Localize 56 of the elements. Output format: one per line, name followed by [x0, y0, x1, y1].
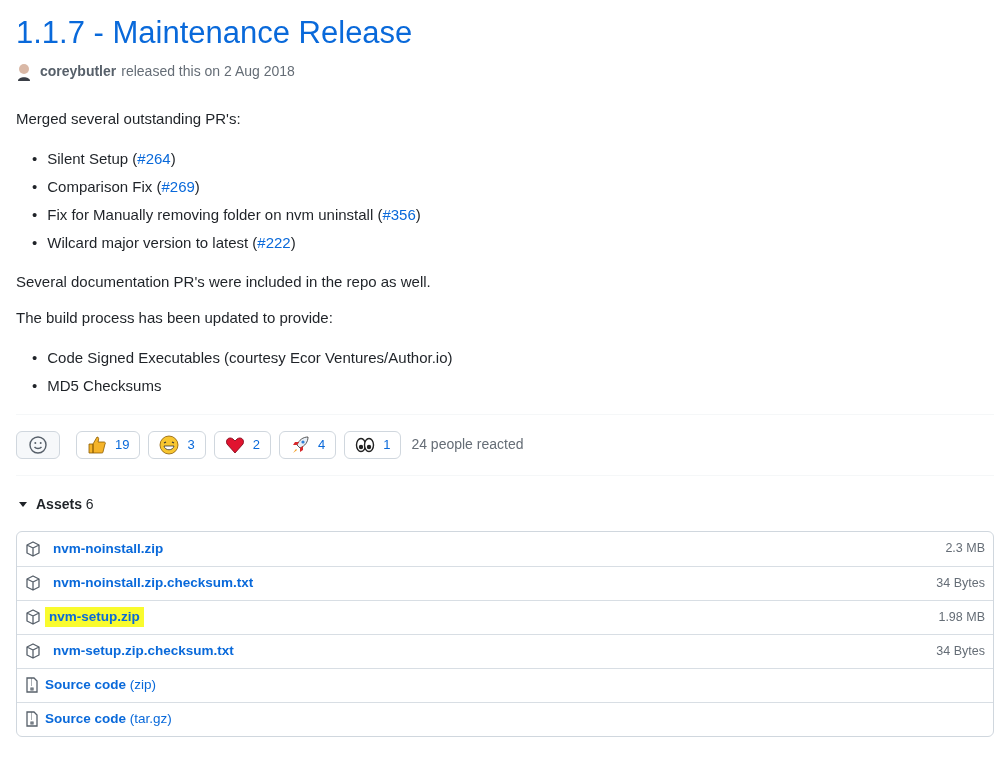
reaction-count: 19 — [115, 435, 130, 454]
reactions-summary: 24 people reacted — [411, 435, 524, 455]
asset-link[interactable]: nvm-setup.zip — [45, 607, 144, 628]
add-reaction-button[interactable] — [16, 430, 60, 459]
reaction-button[interactable]: 3 — [148, 430, 206, 459]
list-item: Comparison Fix (#269) — [47, 176, 200, 197]
thumbs-up-icon — [87, 434, 107, 455]
source-code-link[interactable]: Source code (zip) — [45, 675, 157, 696]
reaction-button[interactable]: 19 — [76, 430, 141, 459]
reaction-button[interactable]: 1 — [344, 430, 402, 459]
release-date-text: released this on 2 Aug 2018 — [121, 62, 295, 82]
source-code-link[interactable]: Source code (tar.gz) — [45, 709, 172, 730]
package-icon — [25, 643, 41, 660]
file-size: 34 Bytes — [936, 642, 985, 660]
pull-request-link[interactable]: #222 — [257, 233, 291, 251]
assets-heading[interactable]: Assets 6 — [36, 493, 94, 515]
bullet: • — [32, 204, 38, 225]
paragraph: Merged several outstanding PR's: — [16, 109, 242, 130]
pull-request-link[interactable]: #264 — [137, 149, 171, 167]
package-icon — [25, 575, 41, 592]
paragraph: The build process has been updated to provide: — [16, 308, 334, 329]
bullet: • — [32, 375, 38, 396]
bullet: • — [32, 176, 38, 197]
asset-link[interactable]: nvm-noinstall.zip — [53, 538, 164, 559]
list-item: Silent Setup (#264) — [47, 148, 176, 169]
laugh-icon — [159, 434, 180, 455]
heart-icon — [224, 434, 245, 455]
release-title[interactable]: 1.1.7 - Maintenance Release — [16, 14, 994, 52]
asset-link[interactable]: nvm-setup.zip.checksum.txt — [53, 641, 234, 662]
file-size: 2.3 MB — [945, 540, 985, 558]
reaction-count: 4 — [317, 435, 326, 454]
zip-file-icon — [25, 711, 39, 728]
avatar-icon[interactable] — [16, 62, 32, 81]
zip-file-icon — [25, 677, 39, 694]
package-icon — [25, 540, 41, 557]
paragraph: Several documentation PR's were included in the repo as well. — [16, 271, 432, 292]
author-link[interactable]: coreybutler — [40, 61, 117, 83]
pull-request-link[interactable]: #356 — [382, 205, 416, 223]
reaction-button[interactable]: 2 — [213, 430, 271, 459]
list-item: MD5 Checksums — [47, 375, 162, 396]
reaction-count: 3 — [187, 435, 195, 454]
file-size: 1.98 MB — [938, 608, 985, 626]
list-item: Fix for Manually removing folder on nvm uninstall (#356) — [47, 204, 421, 225]
asset-link[interactable]: nvm-noinstall.zip.checksum.txt — [53, 573, 254, 594]
bullet: • — [32, 232, 38, 253]
list-item: Wilcard major version to latest (#222) — [47, 232, 296, 253]
file-size: 34 Bytes — [936, 574, 985, 592]
bullet: • — [32, 148, 38, 169]
package-icon — [25, 609, 41, 626]
list-item: Code Signed Executables (courtesy Ecor Ventures/Author.io) — [47, 347, 453, 368]
reaction-button[interactable]: 4 — [278, 430, 337, 459]
reaction-count: 2 — [252, 435, 260, 454]
bullet: • — [32, 347, 38, 368]
smiley-icon — [29, 435, 47, 454]
reaction-count: 1 — [383, 435, 391, 454]
pull-request-link[interactable]: #269 — [161, 177, 195, 195]
